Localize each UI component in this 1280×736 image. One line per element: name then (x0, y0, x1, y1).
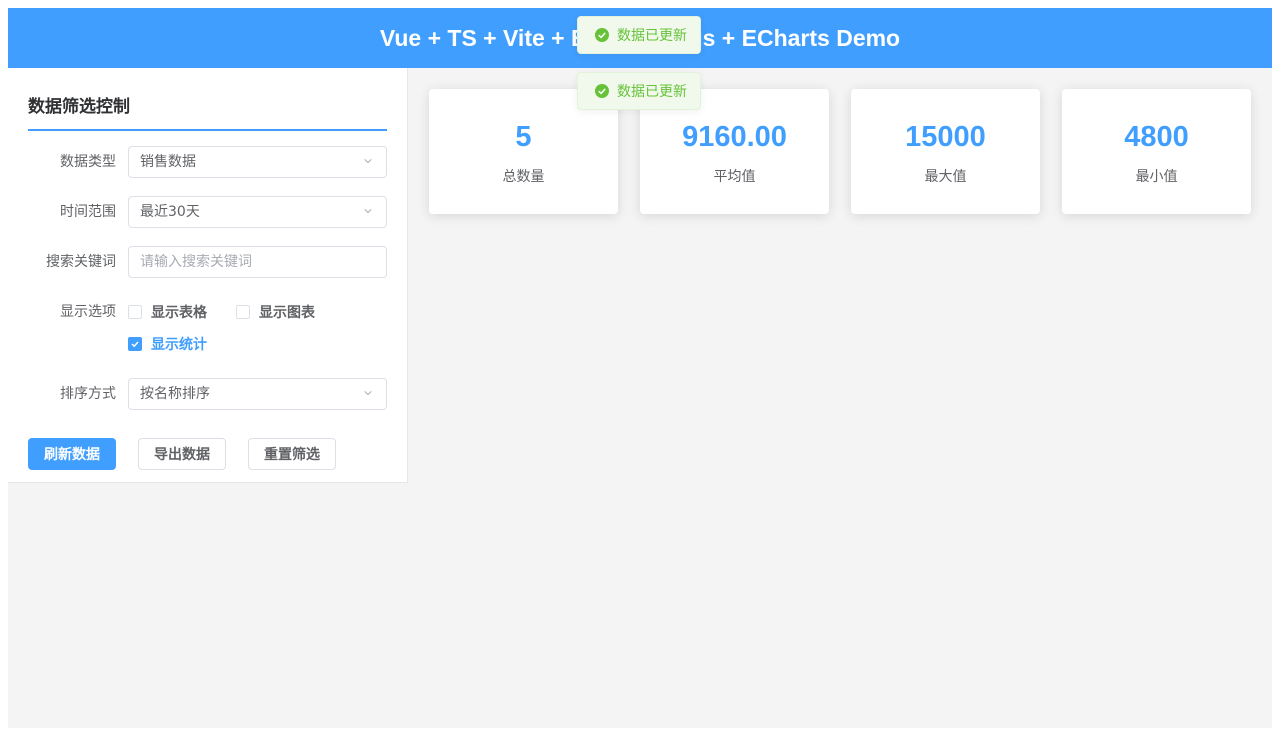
checkbox-box (128, 305, 142, 319)
check-icon (131, 341, 139, 348)
panel-title: 数据筛选控制 (28, 92, 387, 131)
success-check-icon (595, 84, 609, 98)
checkbox-box (128, 337, 142, 351)
toast-message: 数据已更新 (577, 72, 701, 110)
stat-value: 5 (515, 121, 532, 153)
time-range-row: 时间范围 最近30天 (8, 196, 407, 228)
refresh-button[interactable]: 刷新数据 (28, 438, 116, 470)
time-range-label: 时间范围 (60, 204, 116, 220)
sort-label: 排序方式 (60, 386, 116, 402)
app-container: Vue + TS + Vite + Element Plus + ECharts… (8, 8, 1272, 728)
search-row: 搜索关键词 (8, 246, 407, 278)
time-range-select[interactable]: 最近30天 (128, 196, 387, 228)
toast-message: 数据已更新 (577, 16, 701, 54)
chevron-down-icon (364, 391, 372, 396)
checkbox-show-table[interactable]: 显示表格 (128, 302, 207, 322)
search-input[interactable] (140, 247, 370, 277)
checkbox-box (236, 305, 250, 319)
stat-label: 最小值 (1135, 169, 1178, 185)
display-options-row: 显示选项 (8, 296, 407, 328)
time-range-value: 最近30天 (140, 204, 200, 220)
checkbox-show-stats[interactable]: 显示统计 (128, 334, 207, 354)
filter-panel: 数据筛选控制 数据类型 销售数据 时间范围 最近30天 搜索关键词 请输入搜索关… (8, 68, 408, 483)
stat-label: 平均值 (713, 169, 756, 185)
export-button[interactable]: 导出数据 (138, 438, 226, 470)
checkbox-label: 显示统计 (151, 337, 207, 353)
stat-label: 总数量 (502, 169, 545, 185)
search-label: 搜索关键词 (46, 254, 116, 270)
sort-select[interactable]: 按名称排序 (128, 378, 387, 410)
sort-value: 按名称排序 (140, 386, 210, 402)
search-input-wrapper (128, 246, 387, 278)
data-type-label: 数据类型 (60, 154, 116, 170)
chevron-down-icon (364, 159, 372, 164)
checkbox-label: 显示图表 (259, 305, 315, 321)
stat-value: 15000 (905, 121, 986, 153)
checkbox-label: 显示表格 (151, 305, 207, 321)
data-type-row: 数据类型 销售数据 (8, 146, 407, 178)
success-check-icon (595, 28, 609, 42)
stat-value: 9160.00 (682, 121, 787, 153)
sort-row: 排序方式 按名称排序 (8, 378, 407, 410)
chevron-down-icon (364, 209, 372, 214)
data-type-value: 销售数据 (140, 154, 196, 170)
display-options-label: 显示选项 (60, 304, 116, 320)
reset-button[interactable]: 重置筛选 (248, 438, 336, 470)
stat-value: 4800 (1124, 121, 1189, 153)
stat-card-max: 15000 最大值 (851, 89, 1040, 214)
checkbox-show-chart[interactable]: 显示图表 (236, 302, 315, 322)
stat-card-min: 4800 最小值 (1062, 89, 1251, 214)
data-type-select[interactable]: 销售数据 (128, 146, 387, 178)
toast-text: 数据已更新 (617, 84, 687, 100)
toast-text: 数据已更新 (617, 28, 687, 44)
stat-label: 最大值 (924, 169, 967, 185)
